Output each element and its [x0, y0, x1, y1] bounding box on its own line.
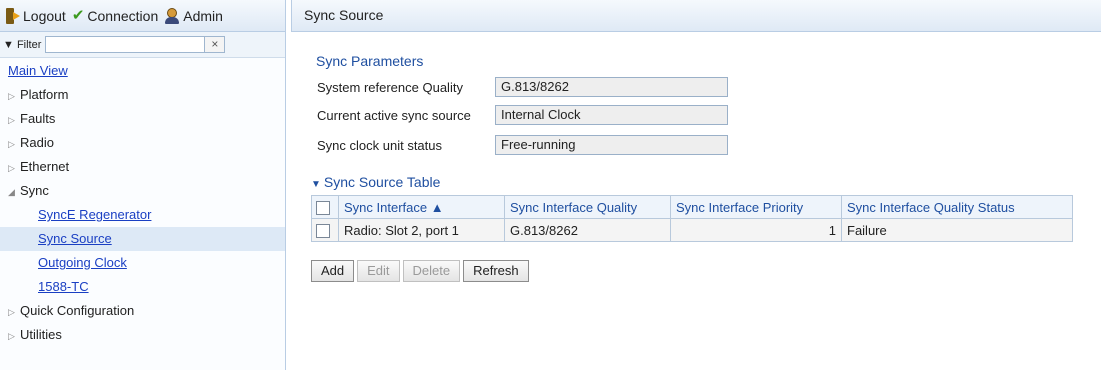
connection-button[interactable]: ✔ Connection — [72, 8, 158, 24]
nav-item-platform[interactable]: ▷ Platform — [0, 83, 285, 107]
nav-item-label: Radio — [20, 135, 54, 150]
param-label: Current active sync source — [317, 107, 471, 123]
nav-item-label: Sync — [20, 183, 49, 198]
column-header-quality[interactable]: Sync Interface Quality — [504, 195, 671, 219]
table-row[interactable]: Radio: Slot 2, port 1 G.813/8262 1 Failu… — [311, 218, 1073, 242]
filter-bar: ▼ Filter × — [0, 32, 285, 58]
nav-item-main-view[interactable]: Main View — [0, 59, 285, 83]
nav-item-utilities[interactable]: ▷ Utilities — [0, 323, 285, 347]
edit-button[interactable]: Edit — [357, 260, 400, 282]
table-action-buttons: Add Edit Delete Refresh — [311, 260, 532, 282]
param-value-field: G.813/8262 — [495, 77, 728, 97]
logout-button[interactable]: Logout — [6, 7, 66, 24]
sync-source-table: Sync Interface ▲ Sync Interface Quality … — [311, 195, 1073, 242]
logout-icon — [6, 7, 20, 24]
param-value-field: Free-running — [495, 135, 728, 155]
filter-clear-button[interactable]: × — [205, 36, 226, 53]
nav-tree: Main View ▷ Platform ▷ Faults ▷ Radio ▷ Ethe… — [0, 58, 285, 347]
sync-parameters-heading: Sync Parameters — [316, 53, 424, 69]
filter-toggle[interactable]: ▼ Filter — [3, 39, 41, 51]
param-value-field: Internal Clock — [495, 105, 728, 125]
connection-check-icon: ✔ — [71, 7, 85, 24]
param-sync-clock-unit-status: Sync clock unit status Free-running — [317, 135, 728, 155]
nav-item-label: Ethernet — [20, 159, 70, 174]
cell-quality: G.813/8262 — [504, 218, 671, 242]
expanded-arrow-icon: ◢ — [8, 187, 15, 197]
left-panel: Logout ✔ Connection Admin ▼ Filter × Mai… — [0, 0, 286, 370]
select-all-cell — [311, 195, 339, 219]
connection-label: Connection — [87, 7, 159, 24]
column-header-sync-interface[interactable]: Sync Interface ▲ — [338, 195, 505, 219]
row-checkbox[interactable] — [316, 223, 330, 238]
param-system-reference-quality: System reference Quality G.813/8262 — [317, 77, 728, 97]
top-toolbar: Logout ✔ Connection Admin — [0, 0, 285, 32]
column-header-priority[interactable]: Sync Interface Priority — [670, 195, 842, 219]
collapsed-arrow-icon: ▷ — [8, 139, 15, 149]
refresh-button[interactable]: Refresh — [463, 260, 529, 282]
nav-item-sync-source[interactable]: Sync Source — [0, 227, 285, 251]
select-all-checkbox[interactable] — [316, 200, 330, 215]
collapse-caret-icon: ▼ — [311, 179, 321, 190]
table-header-row: Sync Interface ▲ Sync Interface Quality … — [311, 195, 1073, 219]
cell-priority: 1 — [670, 218, 842, 242]
sync-source-table-toggle[interactable]: ▼ Sync Source Table — [311, 174, 440, 190]
logout-label: Logout — [23, 7, 66, 24]
param-label: Sync clock unit status — [317, 137, 442, 153]
nav-item-label: Platform — [20, 87, 69, 102]
collapsed-arrow-icon: ▷ — [8, 91, 15, 101]
collapsed-arrow-icon: ▷ — [8, 331, 15, 341]
row-select-cell — [311, 218, 339, 242]
filter-input[interactable] — [45, 36, 206, 53]
collapsed-arrow-icon: ▷ — [8, 163, 15, 173]
cell-sync-interface: Radio: Slot 2, port 1 — [338, 218, 505, 242]
nav-item-1588-tc[interactable]: 1588-TC — [0, 275, 285, 299]
collapsed-arrow-icon: ▷ — [8, 307, 15, 317]
nav-item-label: Utilities — [20, 327, 62, 342]
param-label: System reference Quality — [317, 79, 463, 95]
admin-label: Admin — [183, 7, 223, 24]
admin-user-icon — [164, 7, 180, 24]
nav-item-sync[interactable]: ◢ Sync — [0, 179, 285, 203]
nav-item-ethernet[interactable]: ▷ Ethernet — [0, 155, 285, 179]
nav-item-label: Faults — [20, 111, 56, 126]
nav-item-label: Quick Configuration — [20, 303, 135, 318]
column-header-quality-status[interactable]: Sync Interface Quality Status — [841, 195, 1073, 219]
content-panel: Sync Source Sync Parameters System refer… — [291, 0, 1101, 370]
nav-item-radio[interactable]: ▷ Radio — [0, 131, 285, 155]
nav-item-quick-configuration[interactable]: ▷ Quick Configuration — [0, 299, 285, 323]
nav-item-synce-regenerator[interactable]: SyncE Regenerator — [0, 203, 285, 227]
collapsed-arrow-icon: ▷ — [8, 115, 15, 125]
delete-button[interactable]: Delete — [402, 260, 461, 282]
nav-item-outgoing-clock[interactable]: Outgoing Clock — [0, 251, 285, 275]
admin-button[interactable]: Admin — [164, 7, 223, 24]
param-current-active-sync-source: Current active sync source Internal Cloc… — [317, 105, 728, 125]
cell-quality-status: Failure — [841, 218, 1073, 242]
nav-item-faults[interactable]: ▷ Faults — [0, 107, 285, 131]
sync-source-table-heading: Sync Source Table — [323, 174, 441, 190]
add-button[interactable]: Add — [311, 260, 355, 282]
page-title: Sync Source — [291, 0, 1101, 32]
